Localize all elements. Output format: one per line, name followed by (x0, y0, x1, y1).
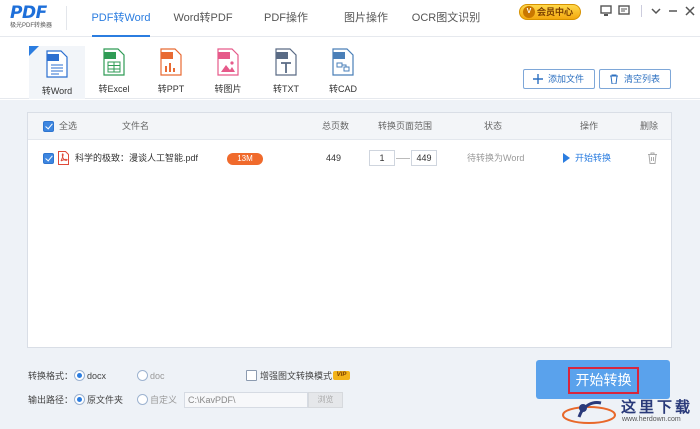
ppt-file-icon (160, 48, 182, 76)
header-file-name: 文件名 (122, 121, 150, 131)
total-pages-value: 449 (326, 153, 342, 163)
custom-folder-radio[interactable] (137, 394, 148, 405)
format-tab-ppt[interactable]: 转PPT (143, 44, 199, 99)
image-file-icon (217, 48, 239, 76)
header-select-all: 全选 (59, 121, 78, 131)
enhance-mode-label: 增强图文转换模式 (260, 371, 333, 381)
format-label-cad: 转CAD (328, 84, 357, 94)
logo-text: PDF (10, 3, 47, 23)
format-label-word: 转Word (41, 86, 73, 96)
plus-icon (533, 74, 543, 84)
range-separator (396, 158, 410, 159)
add-file-button[interactable]: 添加文件 (523, 69, 595, 89)
clear-list-button[interactable]: 清空列表 (599, 69, 671, 89)
window-controls-divider (641, 5, 642, 17)
pdf-file-icon (58, 151, 69, 165)
output-path-input[interactable]: C:\KavPDF\ (184, 392, 308, 408)
format-tab-excel[interactable]: 转Excel (86, 44, 142, 99)
logo-subtitle: 极光PDF转换器 (10, 23, 53, 29)
docx-radio[interactable] (74, 370, 85, 381)
format-tab-cad[interactable]: 转CAD (315, 44, 371, 99)
watermark-url: www.herdown.com (622, 416, 681, 423)
vip-center-button[interactable]: V 会员中心 (519, 4, 581, 20)
format-label-ppt: 转PPT (157, 84, 185, 94)
header-status: 状态 (484, 121, 503, 131)
menu-icon[interactable] (650, 5, 662, 17)
selected-corner-mark (29, 46, 39, 56)
row-checkbox[interactable] (43, 153, 54, 164)
header-delete: 删除 (640, 121, 659, 131)
tab-image-operations[interactable]: 图片操作 (336, 0, 396, 37)
tab-pdf-operations[interactable]: PDF操作 (256, 0, 316, 37)
message-icon[interactable] (618, 5, 630, 17)
doc-radio[interactable] (137, 370, 148, 381)
trash-icon (610, 74, 618, 84)
select-all-checkbox[interactable] (43, 121, 54, 132)
start-convert-label[interactable]: 开始转换 (568, 367, 639, 394)
file-name: 科学的极致：漫谈人工智能.pdf (75, 153, 199, 163)
header-action: 操作 (580, 121, 599, 131)
row-start-convert-link[interactable]: 开始转换 (575, 146, 611, 170)
crown-icon: V (523, 6, 535, 18)
page-from-input[interactable]: 1 (369, 150, 395, 166)
play-icon[interactable] (563, 153, 570, 163)
user-icon[interactable] (600, 5, 612, 17)
output-path-label: 输出路径： (28, 395, 74, 405)
minimize-icon[interactable] (667, 5, 679, 17)
doc-label: doc (150, 371, 165, 381)
top-bar: PDF 极光PDF转换器 PDF转Word Word转PDF PDF操作 图片操… (0, 0, 700, 37)
excel-file-icon (103, 48, 125, 76)
table-row: 科学的极致：漫谈人工智能.pdf 13M 449 1 449 待转换为Word … (28, 146, 671, 170)
original-folder-label: 原文件夹 (87, 395, 124, 405)
delete-icon[interactable] (647, 152, 658, 164)
format-label-txt: 转TXT (273, 84, 299, 94)
format-label-image: 转图片 (214, 84, 242, 94)
page-to-input[interactable]: 449 (411, 150, 437, 166)
browse-button[interactable]: 浏览 (308, 392, 343, 408)
tab-pdf-to-word[interactable]: PDF转Word (86, 0, 156, 37)
file-list-panel: 全选 文件名 总页数 转换页面范围 状态 操作 删除 科学的极致：漫谈人工智能.… (27, 112, 672, 348)
tab-word-to-pdf[interactable]: Word转PDF (168, 0, 238, 37)
status-text: 待转换为Word (467, 153, 525, 163)
format-tab-txt[interactable]: 转TXT (258, 44, 314, 99)
clear-list-label: 清空列表 (624, 74, 661, 84)
original-folder-radio[interactable] (74, 394, 85, 405)
word-file-icon (46, 50, 68, 78)
close-icon[interactable] (684, 5, 696, 17)
format-tab-word[interactable]: 转Word (29, 44, 85, 99)
header-page-range: 转换页面范围 (378, 121, 433, 131)
format-tab-image[interactable]: 转图片 (200, 44, 256, 99)
app-logo: PDF 极光PDF转换器 (10, 4, 58, 34)
format-option-label: 转换格式： (28, 371, 74, 381)
txt-file-icon (275, 48, 297, 76)
watermark-text: 这里下载 (621, 398, 694, 416)
file-size-badge: 13M (227, 153, 263, 165)
enhance-mode-checkbox[interactable] (246, 370, 257, 381)
logo-divider (66, 6, 67, 30)
table-header: 全选 文件名 总页数 转换页面范围 状态 操作 删除 (28, 113, 671, 140)
format-label-excel: 转Excel (98, 84, 130, 94)
docx-label: docx (87, 371, 107, 381)
header-total-pages: 总页数 (322, 121, 350, 131)
cad-file-icon (332, 48, 354, 76)
custom-folder-label: 自定义 (150, 395, 178, 405)
vip-center-label: 会员中心 (537, 7, 574, 17)
vip-tag: VIP (333, 371, 350, 380)
add-file-label: 添加文件 (548, 74, 585, 84)
tab-ocr[interactable]: OCR图文识别 (410, 0, 482, 37)
